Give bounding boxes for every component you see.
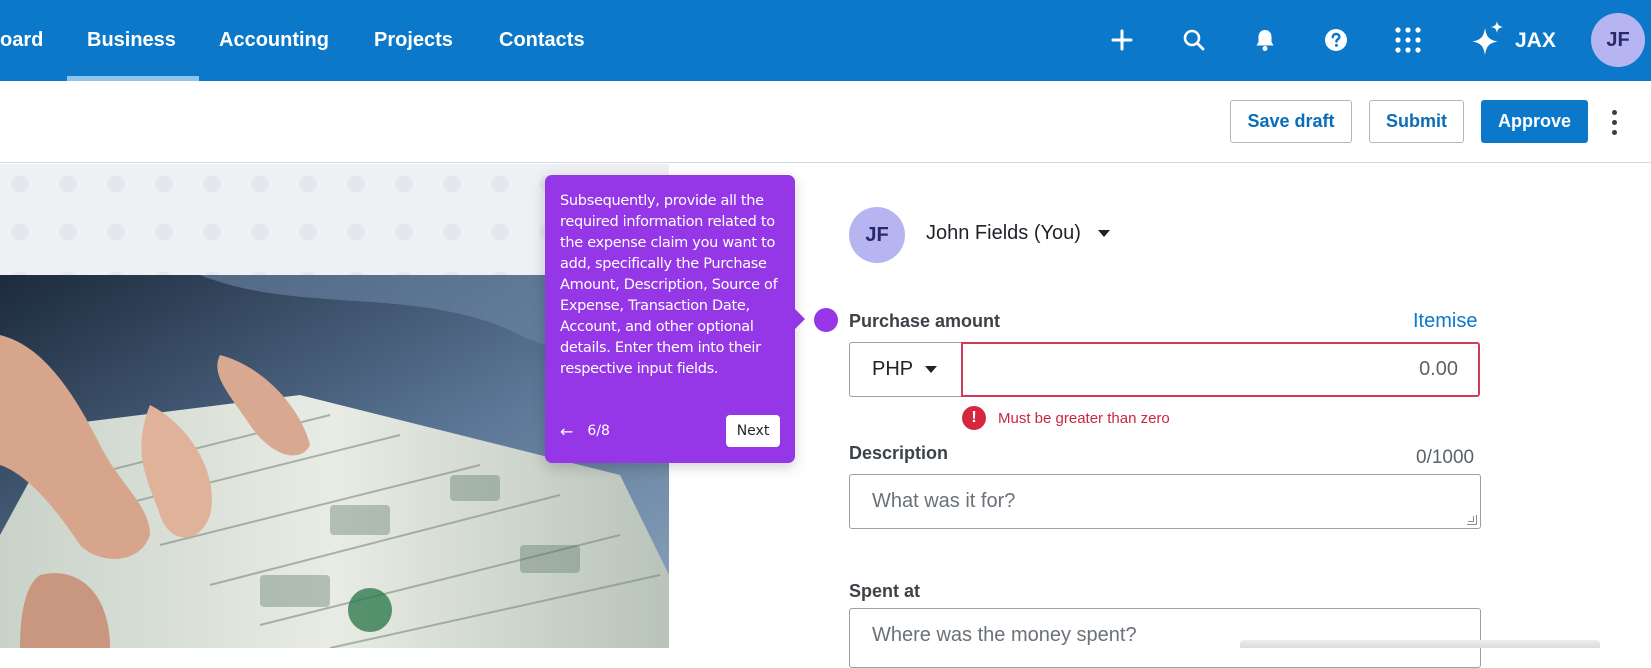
user-avatar[interactable]: JF	[1591, 13, 1645, 67]
chevron-down-icon	[1098, 230, 1111, 238]
selected-user-avatar: JF	[849, 207, 905, 263]
action-bar: Save draft Submit Approve	[0, 81, 1651, 163]
purchase-amount-input[interactable]: 0.00	[961, 342, 1480, 397]
currency-value: PHP	[872, 358, 914, 380]
user-name: John Fields (You)	[926, 222, 1081, 244]
nav-business[interactable]: Business	[87, 0, 176, 81]
currency-select[interactable]: PHP	[849, 342, 961, 397]
more-options-icon[interactable]	[1604, 104, 1624, 140]
submit-button[interactable]: Submit	[1369, 100, 1464, 143]
approve-button[interactable]: Approve	[1481, 100, 1588, 143]
error-icon: !	[962, 406, 986, 430]
description-input[interactable]: What was it for?	[849, 474, 1481, 529]
spent-at-placeholder: Where was the money spent?	[872, 624, 1137, 646]
search-icon[interactable]	[1176, 22, 1212, 58]
description-counter: 0/1000	[1416, 447, 1475, 468]
back-arrow-icon[interactable]: ←	[560, 422, 573, 441]
sparkle-icon[interactable]	[1468, 19, 1508, 59]
chevron-down-icon	[925, 366, 938, 373]
tooltip-arrow	[795, 309, 805, 329]
description-placeholder: What was it for?	[872, 490, 1016, 512]
amount-error: ! Must be greater than zero	[962, 406, 1170, 430]
app-grid-icon[interactable]	[1390, 22, 1426, 58]
amount-error-text: Must be greater than zero	[998, 409, 1170, 427]
help-icon[interactable]	[1318, 22, 1354, 58]
purchase-amount-label: Purchase amount	[849, 311, 1001, 331]
itemise-link[interactable]: Itemise	[1413, 310, 1477, 333]
spent-at-input[interactable]: Where was the money spent?	[849, 608, 1481, 668]
nav-contacts[interactable]: Contacts	[499, 0, 585, 81]
nav-dashboard[interactable]: oard	[0, 0, 43, 81]
tooltip-text: Subsequently, provide all the required i…	[560, 193, 778, 377]
save-draft-button[interactable]: Save draft	[1230, 100, 1352, 143]
top-nav: oard Business Accounting Projects Contac…	[0, 0, 1651, 81]
bell-icon[interactable]	[1247, 22, 1283, 58]
step-counter: 6/8	[587, 423, 610, 439]
next-button[interactable]: Next	[726, 415, 780, 447]
spent-at-label: Spent at	[849, 581, 921, 601]
overlay-shadow	[1240, 640, 1600, 648]
nav-accounting[interactable]: Accounting	[219, 0, 329, 81]
resize-handle-icon[interactable]	[1467, 515, 1477, 525]
description-label: Description	[849, 443, 949, 463]
jax-label[interactable]: JAX	[1515, 0, 1556, 81]
tour-beacon	[814, 308, 838, 332]
tour-tooltip: Subsequently, provide all the required i…	[545, 175, 795, 463]
nav-projects[interactable]: Projects	[374, 0, 453, 81]
user-selector[interactable]: John Fields (You)	[926, 222, 1111, 245]
plus-icon[interactable]	[1104, 22, 1140, 58]
tooltip-footer: ← 6/8 Next	[560, 415, 780, 447]
